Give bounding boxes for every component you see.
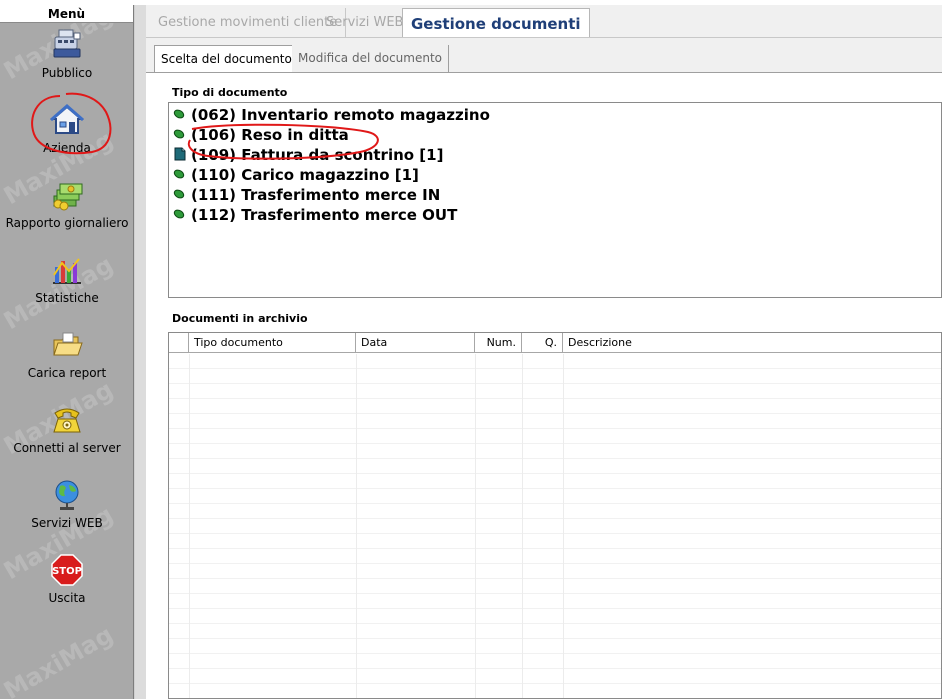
archive-table[interactable]: Tipo documento Data Num. Q. Descrizione xyxy=(168,332,942,699)
menu-item-label: Rapporto giornaliero xyxy=(5,216,129,230)
globe-icon xyxy=(55,480,79,510)
grid-line xyxy=(169,398,941,399)
green-bullet-icon xyxy=(173,129,185,139)
column-header-q[interactable]: Q. xyxy=(522,333,563,353)
menu-item-carica-report[interactable]: Carica report xyxy=(0,328,133,398)
tab-bar-divider xyxy=(146,37,942,38)
sidebar-header: Menù xyxy=(0,5,133,23)
menu-item-azienda[interactable]: Azienda xyxy=(0,103,133,173)
archive-label: Documenti in archivio xyxy=(172,312,308,325)
grid-line xyxy=(356,354,357,698)
document-type-label: Tipo di documento xyxy=(172,86,288,99)
green-bullet-icon xyxy=(173,109,185,119)
menu-item-connetti-al-server[interactable]: Connetti al server xyxy=(0,403,133,473)
list-item-text: (106) Reso in ditta xyxy=(191,126,349,144)
grid-line xyxy=(169,428,941,429)
column-header-selector[interactable] xyxy=(169,333,189,353)
archive-table-header: Tipo documento Data Num. Q. Descrizione xyxy=(169,333,941,353)
document-type-list[interactable]: (062) Inventario remoto magazzino (106) … xyxy=(168,102,942,298)
telephone-icon xyxy=(53,408,81,433)
grid-line xyxy=(169,593,941,594)
green-bullet-icon xyxy=(173,209,185,219)
menu-item-statistiche[interactable]: Statistiche xyxy=(0,253,133,323)
menu-item-label: Pubblico xyxy=(41,66,93,80)
list-item-text: (062) Inventario remoto magazzino xyxy=(191,106,490,124)
menu-item-label: Carica report xyxy=(27,366,107,380)
grid-line xyxy=(169,638,941,639)
grid-line xyxy=(563,354,564,698)
sidebar-menu: MaxiMag MaxiMag MaxiMag MaxiMag MaxiMag … xyxy=(0,5,134,699)
home-icon xyxy=(50,104,84,134)
stop-sign-text: STOP xyxy=(52,566,82,577)
menu-item-label: Servizi WEB xyxy=(31,516,103,530)
grid-line xyxy=(169,443,941,444)
grid-line xyxy=(475,354,476,698)
menu-item-servizi-web[interactable]: Servizi WEB xyxy=(0,478,133,548)
top-tab-bar: Gestione movimenti cliente Servizi WEB G… xyxy=(146,8,942,40)
grid-line xyxy=(169,578,941,579)
list-item[interactable]: (062) Inventario remoto magazzino xyxy=(173,105,490,125)
list-item-text: (110) Carico magazzino [1] xyxy=(191,166,419,184)
list-item-text: (112) Trasferimento merce OUT xyxy=(191,206,458,224)
menu-item-label: Azienda xyxy=(43,141,91,155)
menu-item-rapporto-giornaliero[interactable]: Rapporto giornaliero xyxy=(0,178,133,248)
grid-line xyxy=(169,503,941,504)
grid-line xyxy=(169,563,941,564)
money-stack-icon xyxy=(53,183,83,211)
green-bullet-icon xyxy=(173,169,185,179)
grid-line xyxy=(169,413,941,414)
list-item[interactable]: (111) Trasferimento merce IN xyxy=(173,185,440,205)
list-item[interactable]: (109) Fattura da scontrino [1] xyxy=(173,145,443,165)
grid-line xyxy=(189,354,190,698)
column-header-descrizione[interactable]: Descrizione xyxy=(563,333,941,353)
column-header-num[interactable]: Num. xyxy=(475,333,522,353)
grid-line xyxy=(169,383,941,384)
grid-line xyxy=(169,683,941,684)
grid-line xyxy=(169,608,941,609)
watermark-text: MaxiMag xyxy=(0,620,118,699)
menu-item-label: Uscita xyxy=(48,591,86,605)
document-icon xyxy=(174,147,186,161)
menu-item-label: Connetti al server xyxy=(13,441,121,455)
list-item[interactable]: (106) Reso in ditta xyxy=(173,125,349,145)
grid-line xyxy=(169,518,941,519)
column-header-data[interactable]: Data xyxy=(356,333,475,353)
menu-item-uscita[interactable]: STOP Uscita xyxy=(0,553,133,623)
tab-gestione-documenti[interactable]: Gestione documenti xyxy=(402,8,590,38)
list-item[interactable]: (112) Trasferimento merce OUT xyxy=(173,205,457,225)
tab-servizi-web[interactable]: Servizi WEB xyxy=(318,8,413,38)
list-item[interactable]: (110) Carico magazzino [1] xyxy=(173,165,419,185)
tab-gestione-movimenti-cliente[interactable]: Gestione movimenti cliente xyxy=(150,8,347,38)
open-folder-icon xyxy=(53,332,83,356)
grid-line xyxy=(169,548,941,549)
grid-line xyxy=(169,368,941,369)
list-item-text: (109) Fattura da scontrino [1] xyxy=(191,146,444,164)
stop-sign-icon: STOP xyxy=(51,554,83,586)
sidebar-scrollbar[interactable] xyxy=(134,5,146,699)
grid-line xyxy=(169,668,941,669)
list-item-text: (111) Trasferimento merce IN xyxy=(191,186,441,204)
grid-line xyxy=(169,533,941,534)
menu-item-pubblico[interactable]: Pubblico xyxy=(0,28,133,98)
grid-line xyxy=(169,488,941,489)
grid-line xyxy=(169,458,941,459)
cash-register-icon xyxy=(53,29,81,58)
grid-line xyxy=(169,473,941,474)
subtab-scelta-del-documento[interactable]: Scelta del documento xyxy=(154,45,299,72)
archive-table-body xyxy=(169,354,941,698)
grid-line xyxy=(169,623,941,624)
menu-item-label: Statistiche xyxy=(35,291,99,305)
bar-chart-icon xyxy=(53,258,81,284)
subtab-modifica-del-documento[interactable]: Modifica del documento xyxy=(292,45,450,72)
column-header-tipo-documento[interactable]: Tipo documento xyxy=(189,333,356,353)
grid-line xyxy=(522,354,523,698)
grid-line xyxy=(169,653,941,654)
green-bullet-icon xyxy=(173,189,185,199)
